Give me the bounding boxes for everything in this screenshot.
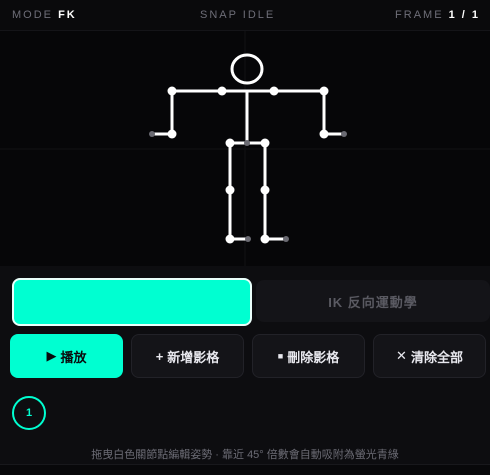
right-elbow-joint[interactable] bbox=[319, 129, 329, 139]
left-elbow-joint[interactable] bbox=[167, 129, 177, 139]
add-frame-label: 新增影格 bbox=[167, 349, 220, 365]
frame-label: FRAME bbox=[395, 9, 444, 21]
left-knee-joint[interactable] bbox=[225, 185, 235, 195]
right-shoulder-joint[interactable] bbox=[319, 86, 329, 96]
right-clavicle-joint[interactable] bbox=[269, 86, 279, 96]
frame-thumbnail[interactable]: 1 bbox=[12, 396, 46, 430]
pose-canvas[interactable] bbox=[0, 30, 490, 268]
right-hand-end[interactable] bbox=[341, 131, 347, 137]
plus-icon: + bbox=[155, 348, 164, 364]
delete-frame-button[interactable]: ■ 刪除影格 bbox=[252, 334, 365, 378]
add-frame-button[interactable]: + 新增影格 bbox=[131, 334, 244, 378]
skeleton-figure bbox=[0, 31, 490, 267]
snap-status: SNAP IDLE bbox=[200, 9, 276, 21]
delete-frame-label: 刪除影格 bbox=[287, 349, 340, 365]
bottom-edge bbox=[0, 464, 490, 475]
play-label: 播放 bbox=[60, 349, 87, 365]
left-shoulder-joint[interactable] bbox=[167, 86, 177, 96]
trash-icon: ■ bbox=[277, 351, 284, 361]
head-joint[interactable] bbox=[230, 53, 264, 85]
x-icon: ✕ bbox=[396, 348, 407, 363]
play-icon: ▶ bbox=[46, 348, 57, 363]
right-ankle-joint[interactable] bbox=[260, 234, 270, 244]
top-status-bar: MODE FK SNAP IDLE FRAME 1 / 1 bbox=[0, 0, 490, 30]
left-toe-end[interactable] bbox=[245, 236, 251, 242]
clear-all-button[interactable]: ✕ 清除全部 bbox=[373, 334, 486, 378]
ik-mode-button[interactable]: IK 反向運動學 bbox=[256, 280, 490, 322]
left-hand-end[interactable] bbox=[149, 131, 155, 137]
mode-value: FK bbox=[58, 9, 77, 21]
mode-indicator: MODE FK bbox=[12, 9, 77, 21]
mode-toggle: IK 反向運動學 bbox=[12, 278, 490, 328]
left-hip-joint[interactable] bbox=[225, 138, 235, 148]
mode-label: MODE bbox=[12, 9, 53, 21]
clear-all-label: 清除全部 bbox=[410, 349, 463, 365]
frame-indicator: FRAME 1 / 1 bbox=[395, 9, 480, 21]
hint-text: 拖曳白色關節點編輯姿勢 · 靠近 45° 倍數會自動吸附為螢光青綠 bbox=[91, 449, 399, 461]
right-knee-joint[interactable] bbox=[260, 185, 270, 195]
frame-value: 1 / 1 bbox=[448, 9, 480, 21]
play-button[interactable]: ▶ 播放 bbox=[10, 334, 123, 378]
right-hip-joint[interactable] bbox=[260, 138, 270, 148]
left-clavicle-joint[interactable] bbox=[217, 86, 227, 96]
left-ankle-joint[interactable] bbox=[225, 234, 235, 244]
pelvis-joint[interactable] bbox=[244, 140, 250, 146]
fk-mode-button[interactable] bbox=[12, 278, 252, 326]
right-toe-end[interactable] bbox=[283, 236, 289, 242]
